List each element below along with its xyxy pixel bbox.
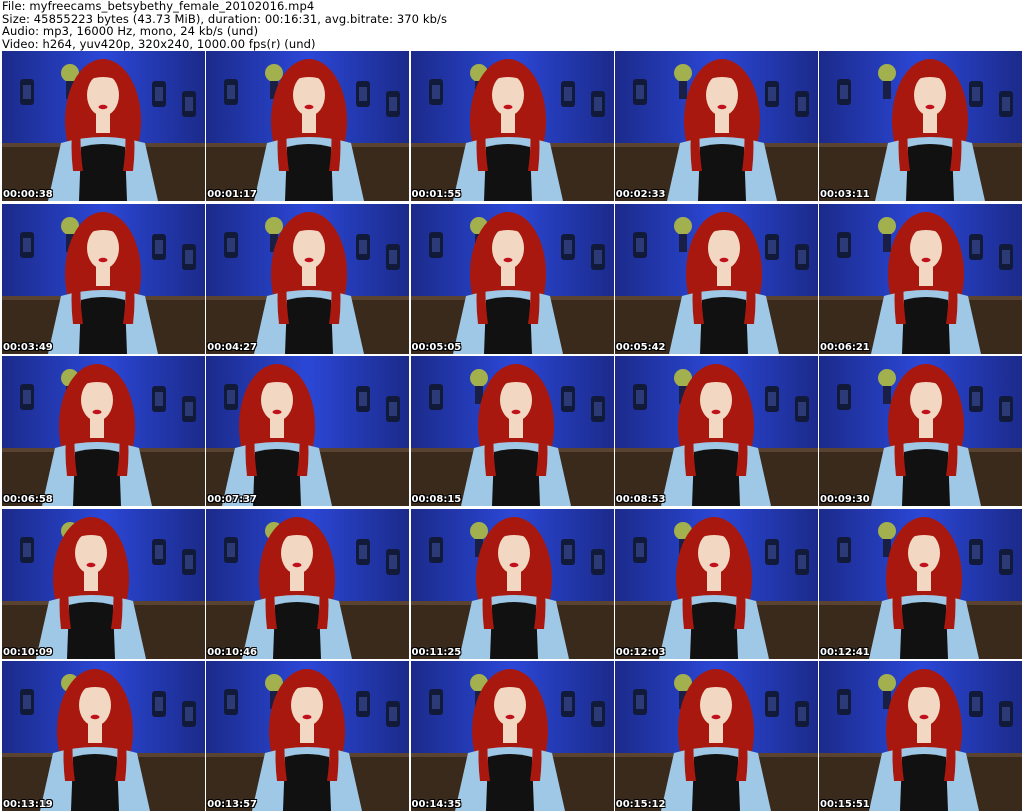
frame-timestamp: 00:15:51: [820, 799, 870, 810]
frame-image: [206, 51, 410, 201]
frame-timestamp: 00:05:05: [411, 341, 462, 353]
frame-timestamp: 00:08:53: [615, 494, 666, 505]
frame-image: [614, 661, 818, 811]
frame-timestamp: 00:13:57: [207, 799, 257, 810]
frame-image: [410, 203, 614, 354]
video-frame-thumbnail: 00:08:15: [410, 356, 614, 506]
frame-image: [2, 51, 205, 201]
video-frame-thumbnail: 00:02:33: [614, 51, 818, 201]
frame-timestamp: 00:10:09: [3, 646, 53, 658]
audio-line: Audio: mp3, 16000 Hz, mono, 24 kb/s (und…: [2, 24, 259, 38]
frame-timestamp: 00:02:33: [615, 189, 666, 200]
video-frame-thumbnail: 00:13:57: [206, 661, 410, 811]
video-frame-thumbnail: 00:05:05: [410, 203, 614, 354]
frame-timestamp: 00:06:58: [3, 494, 53, 505]
frame-timestamp: 00:08:15: [411, 494, 462, 505]
frame-image: [2, 356, 205, 506]
video-frame-thumbnail: 00:14:35: [410, 661, 614, 811]
video-frame-thumbnail: 00:06:58: [2, 356, 205, 506]
video-frame-thumbnail: 00:12:03: [614, 508, 818, 659]
frame-image: [206, 203, 410, 354]
frame-timestamp: 00:09:30: [820, 494, 870, 505]
frame-image: [2, 203, 205, 354]
file-name-line: File: myfreecams_betsybethy_female_20102…: [2, 0, 315, 13]
video-frame-thumbnail: 00:07:37: [206, 356, 410, 506]
frame-image: [819, 356, 1022, 506]
frame-timestamp: 00:11:25: [411, 646, 462, 658]
frame-image: [206, 661, 410, 811]
video-line: Video: h264, yuv420p, 320x240, 1000.00 f…: [2, 36, 316, 51]
video-frame-thumbnail: 00:13:19: [2, 661, 205, 811]
frame-image: [410, 51, 614, 201]
video-frame-thumbnail: 00:05:42: [614, 203, 818, 354]
video-frame-thumbnail: 00:00:38: [2, 51, 205, 201]
frame-image: [410, 356, 614, 506]
video-frame-thumbnail: 00:10:46: [206, 508, 410, 659]
frame-image: [614, 508, 818, 659]
frame-timestamp: 00:06:21: [820, 341, 870, 353]
frame-image: [2, 661, 205, 811]
frame-timestamp: 00:03:11: [820, 189, 870, 200]
video-frame-thumbnail: 00:01:17: [206, 51, 410, 201]
video-frame-thumbnail: 00:08:53: [614, 356, 818, 506]
frame-image: [410, 661, 614, 811]
frame-image: [410, 508, 614, 659]
frame-timestamp: 00:12:41: [820, 646, 870, 658]
frame-image: [819, 508, 1022, 659]
video-frame-thumbnail: 00:15:51: [819, 661, 1022, 811]
frame-image: [614, 51, 818, 201]
frame-timestamp: 00:12:03: [615, 646, 666, 658]
frame-timestamp: 00:07:37: [207, 494, 257, 505]
video-frame-thumbnail: 00:04:27: [206, 203, 410, 354]
frame-timestamp: 00:13:19: [3, 799, 53, 810]
video-frame-thumbnail: 00:10:09: [2, 508, 205, 659]
video-frame-thumbnail: 00:03:49: [2, 203, 205, 354]
video-frame-thumbnail: 00:09:30: [819, 356, 1022, 506]
frame-image: [819, 51, 1022, 201]
video-frame-thumbnail: 00:11:25: [410, 508, 614, 659]
video-frame-thumbnail: 00:12:41: [819, 508, 1022, 659]
thumbnail-grid: 00:00:38 00:01:17 00:01:55 00:02:33 00:03:11…: [2, 51, 1022, 811]
frame-timestamp: 00:01:55: [411, 189, 462, 200]
frame-image: [819, 203, 1022, 354]
frame-timestamp: 00:00:38: [3, 189, 53, 200]
video-frame-thumbnail: 00:03:11: [819, 51, 1022, 201]
video-frame-thumbnail: 00:06:21: [819, 203, 1022, 354]
frame-timestamp: 00:15:12: [615, 799, 666, 810]
frame-timestamp: 00:04:27: [207, 341, 257, 353]
frame-timestamp: 00:10:46: [207, 646, 257, 658]
frame-timestamp: 00:14:35: [411, 799, 462, 810]
frame-timestamp: 00:03:49: [3, 341, 53, 353]
frame-timestamp: 00:05:42: [615, 341, 666, 353]
frame-image: [819, 661, 1022, 811]
info-header: File: myfreecams_betsybethy_female_20102…: [2, 0, 1022, 50]
frame-image: [206, 356, 410, 506]
frame-image: [614, 356, 818, 506]
frame-image: [206, 508, 410, 659]
video-frame-thumbnail: 00:01:55: [410, 51, 614, 201]
frame-image: [2, 508, 205, 659]
frame-timestamp: 00:01:17: [207, 189, 257, 200]
frame-image: [614, 203, 818, 354]
video-frame-thumbnail: 00:15:12: [614, 661, 818, 811]
